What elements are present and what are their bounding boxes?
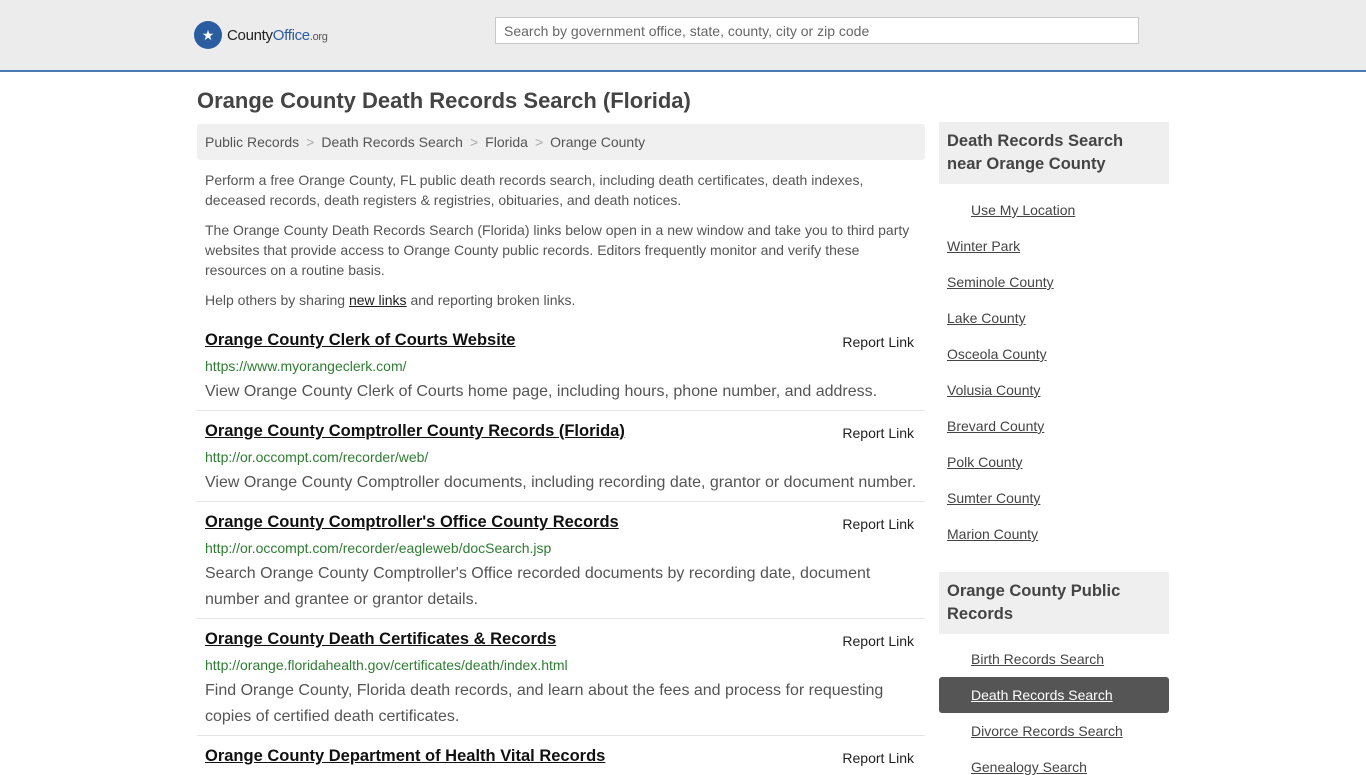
logo-text: CountyOffice.org xyxy=(227,26,328,44)
breadcrumb-death-records[interactable]: Death Records Search xyxy=(321,134,463,150)
nearby-osceola-county-link[interactable]: Osceola County xyxy=(947,346,1047,362)
site-header: ★ CountyOffice.org xyxy=(0,0,1366,72)
nearby-volusia-county-link[interactable]: Volusia County xyxy=(947,382,1040,398)
record-url: https://www.myorangeclerk.com/ xyxy=(205,358,407,374)
record-description: View Orange County Clerk of Courts home … xyxy=(205,383,878,400)
birth-records-link[interactable]: Birth Records Search xyxy=(971,651,1104,667)
page-title: Orange County Death Records Search (Flor… xyxy=(197,88,691,113)
record-entry: Orange County Comptroller's Office Count… xyxy=(197,513,925,619)
record-title-link[interactable]: Orange County Comptroller's Office Count… xyxy=(205,513,619,532)
site-logo[interactable]: ★ CountyOffice.org xyxy=(194,20,328,50)
new-links-link[interactable]: new links xyxy=(349,292,407,308)
use-my-location-link[interactable]: Use My Location xyxy=(971,202,1075,218)
record-entry: Orange County Comptroller County Records… xyxy=(197,422,925,502)
report-link[interactable]: Report Link xyxy=(842,425,914,441)
nearby-sumter-county-link[interactable]: Sumter County xyxy=(947,490,1040,506)
genealogy-search-link[interactable]: Genealogy Search xyxy=(971,759,1087,775)
divorce-records-link[interactable]: Divorce Records Search xyxy=(971,723,1123,739)
breadcrumb: Public Records > Death Records Search > … xyxy=(197,124,925,160)
breadcrumb-orange-county[interactable]: Orange County xyxy=(550,134,645,150)
record-url: http://or.occompt.com/recorder/web/ xyxy=(205,449,429,465)
record-title-link[interactable]: Orange County Clerk of Courts Website xyxy=(205,331,516,350)
nearby-polk-county-link[interactable]: Polk County xyxy=(947,454,1022,470)
breadcrumb-separator: > xyxy=(306,134,315,150)
nearby-lake-county-link[interactable]: Lake County xyxy=(947,310,1026,326)
nearby-brevard-county-link[interactable]: Brevard County xyxy=(947,418,1044,434)
breadcrumb-florida[interactable]: Florida xyxy=(485,134,528,150)
report-link[interactable]: Report Link xyxy=(842,750,914,766)
eagle-seal-icon: ★ xyxy=(194,21,222,49)
record-entry: Orange County Department of Health Vital… xyxy=(197,747,925,768)
intro-paragraph-3: Help others by sharing new links and rep… xyxy=(205,292,576,308)
record-url: http://orange.floridahealth.gov/certific… xyxy=(205,657,568,673)
record-entry: Orange County Clerk of Courts Website Re… xyxy=(197,331,925,411)
record-description: Find Orange County, Florida death record… xyxy=(205,682,884,725)
breadcrumb-public-records[interactable]: Public Records xyxy=(205,134,299,150)
sidebar-nearby-heading: Death Records Search near Orange County xyxy=(939,122,1169,184)
death-records-link-active[interactable]: Death Records Search xyxy=(939,677,1169,713)
breadcrumb-separator: > xyxy=(469,134,479,150)
intro-paragraph-2: The Orange County Death Records Search (… xyxy=(205,222,910,278)
sidebar-public-records-heading: Orange County Public Records xyxy=(939,572,1169,634)
search-input[interactable] xyxy=(495,17,1139,44)
record-url: http://or.occompt.com/recorder/eagleweb/… xyxy=(205,540,552,556)
record-title-link[interactable]: Orange County Comptroller County Records… xyxy=(205,422,625,441)
intro-paragraph-1: Perform a free Orange County, FL public … xyxy=(205,172,864,208)
breadcrumb-separator: > xyxy=(534,134,544,150)
report-link[interactable]: Report Link xyxy=(842,334,914,350)
nearby-marion-county-link[interactable]: Marion County xyxy=(947,526,1038,542)
report-link[interactable]: Report Link xyxy=(842,516,914,532)
record-description: View Orange County Comptroller documents… xyxy=(205,474,917,491)
record-title-link[interactable]: Orange County Department of Health Vital… xyxy=(205,747,605,766)
record-entry: Orange County Death Certificates & Recor… xyxy=(197,630,925,736)
nearby-seminole-county-link[interactable]: Seminole County xyxy=(947,274,1054,290)
report-link[interactable]: Report Link xyxy=(842,633,914,649)
record-description: Search Orange County Comptroller's Offic… xyxy=(205,565,871,608)
record-title-link[interactable]: Orange County Death Certificates & Recor… xyxy=(205,630,556,649)
nearby-winter-park-link[interactable]: Winter Park xyxy=(947,238,1020,254)
